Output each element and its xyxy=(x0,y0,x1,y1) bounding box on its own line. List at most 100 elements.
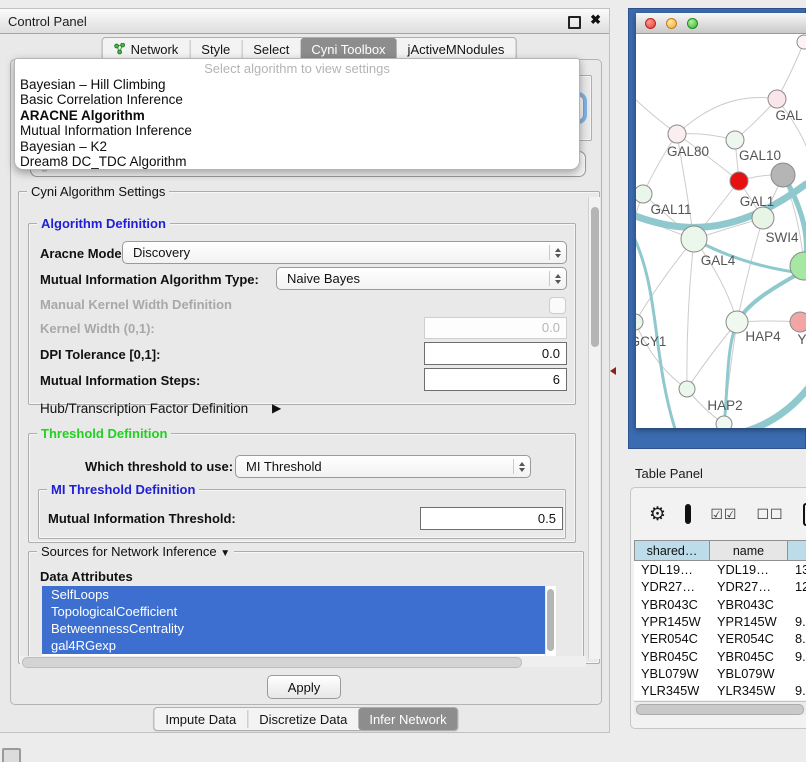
attribute-list-item[interactable]: gal4RGexp xyxy=(42,637,545,654)
attribute-list-item[interactable]: SelfLoops xyxy=(42,586,545,603)
network-node-gal[interactable] xyxy=(768,90,786,108)
sources-title: Sources for Network Inference xyxy=(41,544,217,559)
tab-cyni-toolbox[interactable]: Cyni Toolbox xyxy=(300,38,396,60)
network-node-gal1[interactable] xyxy=(752,207,774,229)
network-edge[interactable] xyxy=(687,239,694,389)
minimize-traffic-light-icon[interactable] xyxy=(666,18,677,29)
table-row[interactable]: YIL053CYIL053C9 xyxy=(634,699,806,700)
network-node-label: GAL80 xyxy=(667,144,709,159)
tab-discretize-data[interactable]: Discretize Data xyxy=(248,708,358,730)
collapse-down-icon[interactable]: ▼ xyxy=(220,548,230,559)
table-row[interactable]: YBR043CYBR043C xyxy=(634,596,806,613)
network-node[interactable] xyxy=(730,172,748,190)
attribute-list-item[interactable]: BetweennessCentrality xyxy=(42,620,545,637)
network-node-y[interactable] xyxy=(790,312,806,332)
hub-definition-label[interactable]: Hub/Transcription Factor Definition xyxy=(40,401,248,416)
data-attributes-list[interactable]: SelfLoopsTopologicalCoefficientBetweenne… xyxy=(42,586,545,656)
settings-vertical-scrollbar[interactable] xyxy=(588,197,600,659)
algorithm-option[interactable]: Bayesian – K2 xyxy=(15,139,579,154)
table-cell: 8. xyxy=(788,631,806,646)
mi-threshold-field[interactable]: 0.5 xyxy=(420,507,563,530)
algorithm-option[interactable]: Mutual Information Inference xyxy=(15,123,579,138)
expand-right-icon[interactable]: ▶ xyxy=(272,401,281,415)
manual-kernel-checkbox[interactable] xyxy=(549,297,566,314)
tab-network[interactable]: Network xyxy=(103,38,190,60)
network-canvas[interactable]: GALGAL80GAL10GAL11GAL1SWI4GAL4GCY1HAP4YH… xyxy=(636,34,806,428)
mi-threshold-label: Mutual Information Threshold: xyxy=(48,511,236,526)
mi-steps-label: Mutual Information Steps: xyxy=(40,373,200,388)
table-horizontal-scrollbar[interactable] xyxy=(634,701,806,715)
algorithm-option[interactable]: Bayesian – Hill Climbing xyxy=(15,77,579,92)
tab-impute-data[interactable]: Impute Data xyxy=(154,708,247,730)
zoom-traffic-light-icon[interactable] xyxy=(687,18,698,29)
float-window-icon[interactable] xyxy=(568,16,581,29)
network-edge[interactable] xyxy=(643,134,677,194)
apply-button[interactable]: Apply xyxy=(267,675,341,699)
mi-steps-field[interactable]: 6 xyxy=(424,368,567,391)
tab-select[interactable]: Select xyxy=(242,38,300,60)
network-node[interactable] xyxy=(716,416,732,428)
tab-jactivemnodules[interactable]: jActiveMNodules xyxy=(397,38,516,60)
column-selector-icon[interactable] xyxy=(685,504,691,524)
tab-style[interactable]: Style xyxy=(190,38,241,60)
aracne-mode-combobox[interactable]: Discovery xyxy=(122,241,567,264)
table-cell: 9. xyxy=(788,683,806,698)
table-row[interactable]: YDR27…YDR27…12 xyxy=(634,578,806,595)
show-checked-columns-icon[interactable]: ☑☑ xyxy=(710,506,737,523)
network-node[interactable] xyxy=(797,35,806,49)
algorithm-option[interactable]: Dream8 DC_TDC Algorithm xyxy=(15,154,579,169)
scrollbar-thumb[interactable] xyxy=(636,704,804,715)
network-node-gal80[interactable] xyxy=(668,125,686,143)
network-edge[interactable] xyxy=(636,239,694,322)
table-column-header[interactable]: name xyxy=(710,540,788,561)
mi-type-value: Naive Bayes xyxy=(287,271,549,286)
kernel-width-field[interactable]: 0.0 xyxy=(424,317,567,339)
dpi-tolerance-field[interactable]: 0.0 xyxy=(424,342,567,365)
network-node-hap2[interactable] xyxy=(679,381,695,397)
network-node-gal11[interactable] xyxy=(636,185,652,203)
mi-type-combobox[interactable]: Naive Bayes xyxy=(276,267,567,290)
table-row[interactable]: YDL19…YDL19…13 xyxy=(634,561,806,578)
table-cell: YER054C xyxy=(634,631,710,646)
algorithm-option[interactable]: ARACNE Algorithm xyxy=(15,108,579,123)
settings-horizontal-scrollbar[interactable] xyxy=(20,656,586,667)
hide-columns-icon[interactable]: ☐☐ xyxy=(756,506,783,523)
network-window-titlebar xyxy=(636,13,806,34)
scrollbar-thumb[interactable] xyxy=(22,657,522,668)
network-node-label: HAP4 xyxy=(745,329,781,344)
network-edge[interactable] xyxy=(694,239,737,322)
tab-label: Network xyxy=(131,42,179,57)
attribute-list-item[interactable]: TopologicalCoefficient xyxy=(42,603,545,620)
table-column-header[interactable]: shared… xyxy=(634,540,710,561)
table-row[interactable]: YPR145WYPR145W9. xyxy=(634,613,806,630)
table-cell: YBR043C xyxy=(634,597,710,612)
close-traffic-light-icon[interactable] xyxy=(645,18,656,29)
algorithm-option[interactable]: Basic Correlation Inference xyxy=(15,92,579,107)
network-edge[interactable] xyxy=(677,97,777,134)
network-node[interactable] xyxy=(771,163,795,187)
network-node-gcy1[interactable] xyxy=(636,314,643,330)
network-edge-highlighted[interactable] xyxy=(636,229,676,428)
table-column-header[interactable]: A xyxy=(788,540,806,561)
network-edge[interactable] xyxy=(636,322,687,389)
gear-icon[interactable]: ⚙ xyxy=(649,505,666,524)
new-table-icon[interactable] xyxy=(803,503,806,526)
table-row[interactable]: YER054CYER054C8. xyxy=(634,630,806,647)
network-node-label: GAL xyxy=(775,108,803,123)
algorithm-list: Bayesian – Hill ClimbingBasic Correlatio… xyxy=(15,77,579,169)
minimized-panel-grip[interactable] xyxy=(2,748,21,762)
close-icon[interactable]: ✖ xyxy=(590,12,601,28)
scrollbar-thumb[interactable] xyxy=(547,589,554,651)
table-row[interactable]: YBR045CYBR045C9. xyxy=(634,647,806,664)
table-row[interactable]: YBL079WYBL079W xyxy=(634,665,806,682)
splitter-collapse-icon[interactable] xyxy=(610,367,616,375)
network-edge-highlighted[interactable] xyxy=(744,386,806,428)
network-node-gal10[interactable] xyxy=(726,131,744,149)
table-toolbar: ⚙ ☑☑ ☐☐ xyxy=(631,500,806,528)
network-node-gal4[interactable] xyxy=(681,226,707,252)
attributes-scrollbar[interactable] xyxy=(546,586,556,656)
tab-infer-network[interactable]: Infer Network xyxy=(358,708,457,730)
scrollbar-thumb[interactable] xyxy=(591,207,599,347)
which-threshold-combobox[interactable]: MI Threshold xyxy=(235,455,531,478)
table-row[interactable]: YLR345WYLR345W9. xyxy=(634,682,806,699)
